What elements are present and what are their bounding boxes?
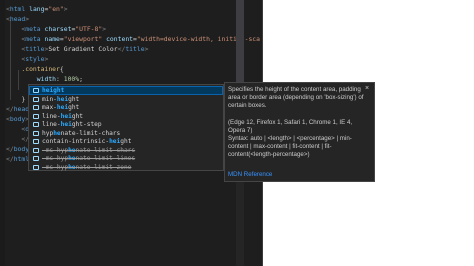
autocomplete-suggestions[interactable]: height min-height max-height line-height lin… bbox=[28, 84, 224, 171]
code-line: } bbox=[6, 95, 26, 103]
code-line: <title>Set Gradient Color</title> bbox=[6, 45, 149, 53]
property-syntax: Syntax: auto | <length> | <percentage> |… bbox=[228, 135, 352, 158]
code-line: <head> bbox=[6, 15, 30, 23]
property-icon bbox=[33, 156, 39, 161]
property-icon bbox=[33, 164, 39, 170]
property-icon bbox=[33, 105, 39, 110]
mdn-reference-link[interactable]: MDN Reference bbox=[228, 171, 366, 179]
suggestion-item[interactable]: -ms-hyphenate-limit-zone bbox=[29, 163, 223, 172]
property-icon bbox=[33, 96, 39, 102]
editor-gutter bbox=[0, 0, 5, 266]
property-icon bbox=[33, 130, 39, 136]
property-icon bbox=[33, 88, 39, 93]
code-line: <meta charset="UTF-8"> bbox=[6, 25, 107, 33]
code-line: <body> bbox=[6, 115, 29, 123]
property-description: Specifies the height of the content area… bbox=[228, 86, 364, 109]
property-icon bbox=[33, 139, 39, 144]
code-line: width: 100%; bbox=[6, 75, 83, 83]
suggestion-label: -ms-hyphenate-limit-zone bbox=[42, 163, 132, 171]
code-line: .container{ bbox=[6, 65, 64, 73]
suggestion-details-panel: × Specifies the height of the content ar… bbox=[224, 82, 375, 182]
browser-compatibility: (Edge 12, Firefox 1, Safari 1, Chrome 1,… bbox=[228, 119, 353, 134]
code-line: <style> bbox=[6, 55, 49, 63]
code-line: <meta name="viewport" content="width=dev… bbox=[6, 35, 260, 43]
property-icon bbox=[33, 122, 39, 127]
property-icon bbox=[33, 147, 39, 153]
code-line: <html lang="en"> bbox=[6, 5, 68, 13]
property-icon bbox=[33, 113, 39, 119]
